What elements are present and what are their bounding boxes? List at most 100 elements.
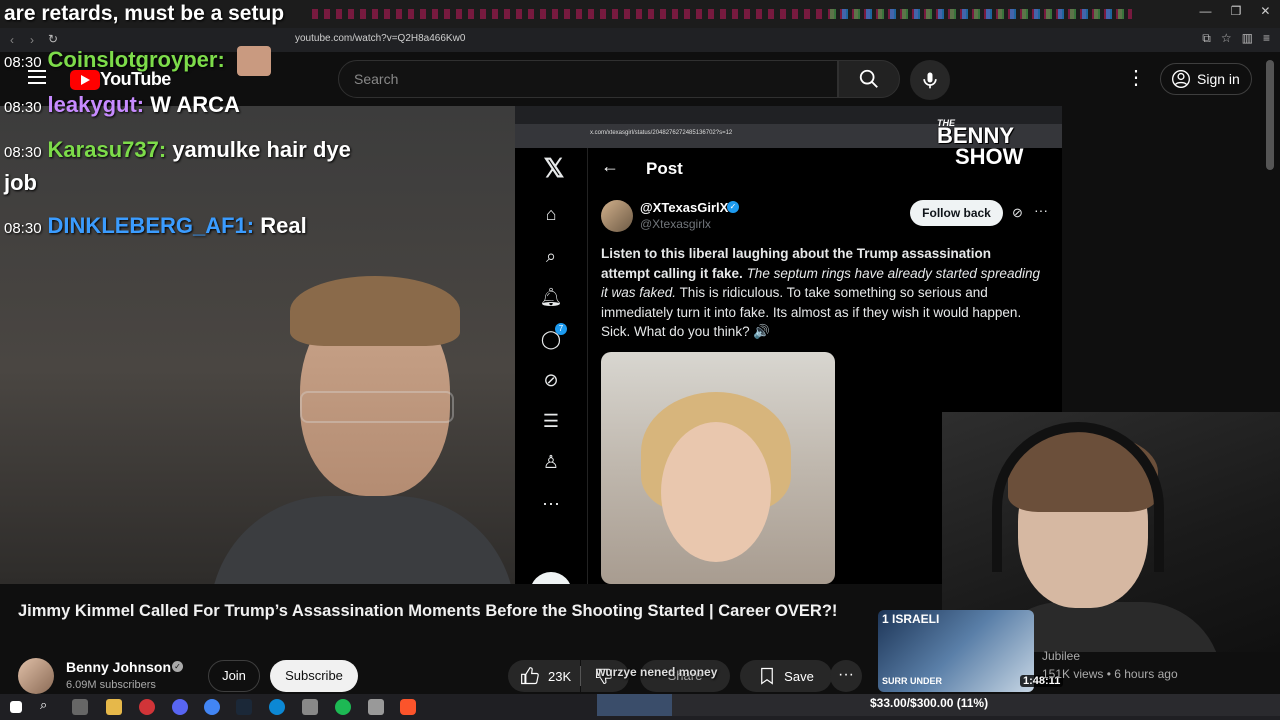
extensions-icon[interactable]: ⧉: [1202, 31, 1211, 46]
app-icon-2[interactable]: [302, 699, 318, 715]
chat-time: 08:30: [4, 144, 42, 161]
voice-search-button[interactable]: [910, 60, 950, 100]
video-title: Jimmy Kimmel Called For Trump’s Assassin…: [18, 602, 838, 620]
x-author-avatar: [601, 200, 633, 232]
edge-icon[interactable]: [269, 699, 285, 715]
page-scrollbar[interactable]: [1266, 60, 1274, 170]
browser-toolbar-icons[interactable]: ⧉ ☆ ▥ ≡: [1202, 31, 1270, 46]
x-more-icon: ···: [1034, 202, 1048, 218]
app-icon-3[interactable]: [368, 699, 384, 715]
save-label: Save: [784, 668, 814, 684]
benny-logo-name: BENNY: [937, 123, 1015, 148]
tab-list-extra[interactable]: [830, 9, 1130, 19]
x-author-handle: @Xtexasgirlx: [640, 217, 711, 231]
embedded-url: x.com/xtexasgirl/status/2048276272485136…: [590, 130, 733, 136]
recommended-meta: 151K views • 6 hours ago: [1042, 667, 1178, 681]
like-button[interactable]: 23K: [508, 660, 580, 692]
chrome-icon[interactable]: [204, 699, 220, 715]
minimize-icon[interactable]: —: [1200, 4, 1212, 24]
search-button[interactable]: [838, 60, 900, 98]
x-back-arrow-icon: ←: [601, 156, 619, 176]
maximize-icon[interactable]: ❐: [1231, 4, 1242, 24]
subscriber-count: 6.09M subscribers: [66, 679, 156, 691]
settings-kebab-icon[interactable]: ⋮: [1126, 68, 1146, 90]
chat-username: Coinslotgroyper:: [47, 46, 225, 72]
chat-line: 08:30 leakygut: W ARCA: [4, 92, 240, 118]
task-view-icon[interactable]: [72, 699, 88, 715]
x-post-header: Post: [646, 159, 683, 178]
chat-line: 08:30 Coinslotgroyper:: [4, 46, 271, 76]
compose-post-icon: ✎: [530, 572, 572, 584]
benny-logo-show: SHOW: [955, 144, 1024, 169]
subscribe-button[interactable]: Subscribe: [270, 660, 358, 692]
file-explorer-icon[interactable]: [106, 699, 122, 715]
grok-icon: ⊘: [543, 370, 559, 390]
start-icon[interactable]: [10, 701, 22, 713]
window-controls[interactable]: — ❐ ✕: [1190, 4, 1280, 24]
save-button[interactable]: Save: [740, 660, 832, 692]
benny-show-logo: THE BENNY SHOW: [937, 114, 1047, 176]
chat-username: Karasu737:: [47, 137, 167, 162]
bookmark-icon[interactable]: ☆: [1221, 31, 1232, 46]
lists-icon: ☰: [542, 411, 560, 431]
chat-line: 08:30 DINKLEBERG_AF1: Real: [4, 213, 307, 239]
presenter-hair: [290, 276, 460, 346]
discord-icon[interactable]: [172, 699, 188, 715]
x-sidebar: 𝕏 ⌂ ⌕ 🔔︎ 7 ◯ ⊘ ☰ ♙ ⋯ ✎: [515, 148, 588, 584]
x-video-person-face: [661, 422, 771, 562]
x-author-name: @XTexasGirlX: [640, 200, 729, 215]
profile-icon: ♙: [542, 452, 560, 472]
chat-message: W ARCA: [150, 92, 240, 117]
chat-username: DINKLEBERG_AF1:: [47, 213, 255, 238]
app-icon-1[interactable]: [139, 699, 155, 715]
like-count: 23K: [548, 668, 572, 684]
chat-username: leakygut:: [47, 92, 145, 117]
x-grok-icon: ⊘: [1012, 205, 1023, 220]
messages-icon: ◯: [540, 329, 562, 349]
home-icon: ⌂: [545, 204, 557, 224]
menu-icon[interactable]: ≡: [1263, 31, 1270, 46]
chat-time: 08:30: [4, 220, 42, 237]
sign-in-button[interactable]: Sign in: [1160, 63, 1252, 95]
donation-goal-text: $33.00/$300.00 (11%): [870, 696, 989, 710]
sign-in-label: Sign in: [1197, 71, 1240, 87]
x-follow-back-button: Follow back: [910, 200, 1003, 226]
chat-message: yamulke hair dye: [172, 137, 351, 162]
thumbnail-text: 1 ISRAELI: [882, 612, 940, 626]
chat-emote: [236, 46, 271, 76]
presenter-glasses: [300, 391, 454, 423]
bookmark-save-icon: [761, 667, 774, 685]
recommended-video-thumbnail[interactable]: 1 ISRAELI SURR UNDER: [878, 610, 1034, 692]
stream-overlay-money-text: wurzye nened money: [596, 665, 718, 679]
chat-message: Real: [260, 213, 307, 238]
close-icon[interactable]: ✕: [1260, 4, 1270, 24]
notifications-icon: 🔔︎: [539, 287, 563, 307]
chat-line: 08:30 Karasu737: yamulke hair dye: [4, 137, 351, 163]
channel-avatar[interactable]: [18, 658, 54, 694]
sidebar-icon[interactable]: ▥: [1242, 31, 1253, 46]
thumbs-up-icon: [521, 667, 539, 685]
join-button[interactable]: Join: [208, 660, 260, 692]
account-icon: [1172, 70, 1190, 88]
chat-time: 08:30: [4, 99, 42, 116]
channel-name[interactable]: Benny Johnson: [66, 659, 171, 675]
chat-line: job: [4, 170, 37, 196]
verified-badge-icon: ✓: [727, 201, 739, 213]
search-icon: [859, 69, 878, 88]
verified-check-icon: ✓: [172, 661, 183, 672]
explore-icon: ⌕: [545, 246, 557, 266]
microphone-icon: [923, 72, 937, 89]
taskbar-search-icon[interactable]: ⌕: [40, 697, 56, 713]
chat-message: job: [4, 170, 37, 195]
recommended-channel[interactable]: Jubilee: [1042, 649, 1080, 663]
more-actions-icon[interactable]: ···: [830, 660, 862, 692]
donation-goal-fill: [597, 694, 673, 716]
spotify-icon[interactable]: [335, 699, 351, 715]
steam-icon[interactable]: [236, 699, 252, 715]
stream-chat-overlay: 08:30 Coinslotgroyper: 08:30 leakygut: W A…: [0, 0, 520, 240]
more-circle-icon: ⋯: [542, 494, 560, 514]
chat-time: 08:30: [4, 53, 42, 71]
brave-icon[interactable]: [400, 699, 416, 715]
x-post-text: Listen to this liberal laughing about th…: [601, 244, 1041, 342]
x-logo-icon: 𝕏: [543, 153, 565, 183]
